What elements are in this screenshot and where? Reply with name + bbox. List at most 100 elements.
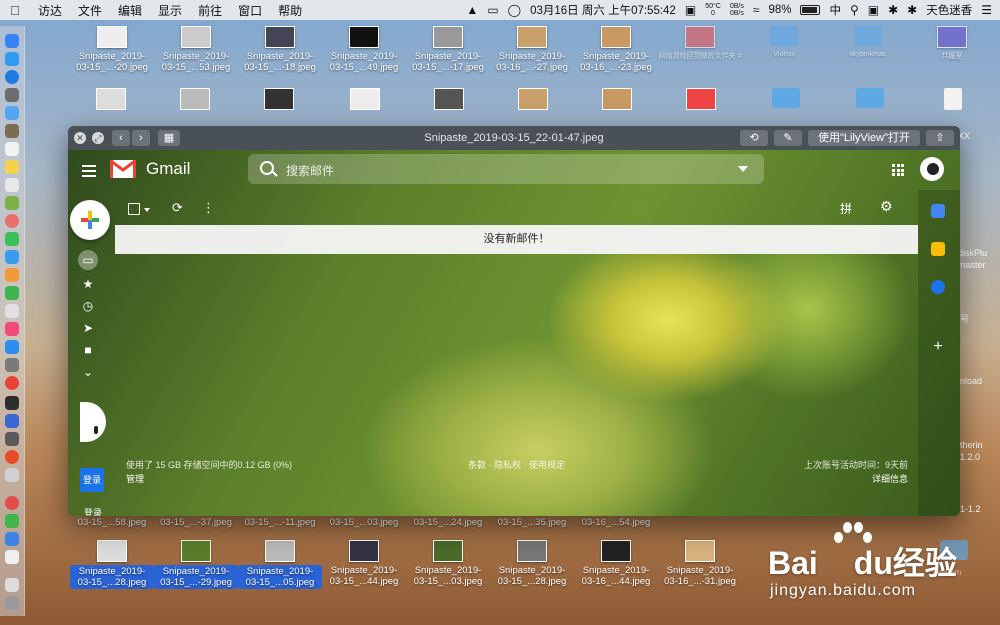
details-link[interactable]: 详细信息 [872,472,908,485]
upload-icon[interactable]: ▲ [466,3,478,17]
settings-gear-icon[interactable]: ⚙ [880,198,893,215]
snoozed-icon[interactable]: ◷ [80,298,96,314]
rotate-button[interactable]: ⟲ [740,130,768,146]
bluetooth-icon[interactable]: ✱ [888,3,898,17]
vivaldi-icon[interactable] [5,376,19,390]
file-thumbnail[interactable] [434,88,464,110]
sent-icon[interactable]: ➤ [80,320,96,336]
file-name[interactable]: 03-15_...35.jpeg [490,517,574,528]
settings-icon[interactable] [5,358,19,372]
menu-finder[interactable]: 访达 [38,2,62,19]
more-chevron-icon[interactable]: ⌄ [80,364,96,380]
refresh-icon[interactable]: ⟳ [172,200,183,216]
search-icon[interactable]: ⚲ [850,3,859,17]
app-icon[interactable]: ▣ [685,3,696,17]
appstore-icon[interactable] [5,340,19,354]
avatar[interactable] [920,157,944,181]
desktop-file[interactable]: Snipaste_2019- 03-15_...-20.jpeg [70,26,154,73]
messages-icon[interactable] [5,232,19,246]
prev-button[interactable]: ‹ [112,130,130,146]
folder-icon[interactable] [5,468,19,482]
search-options-dropdown-icon[interactable] [738,166,748,172]
notes-icon[interactable] [5,124,19,138]
menu-view[interactable]: 显示 [158,2,182,19]
desktop-file[interactable]: Snipaste_2019- 03-15_...-29.jpeg [154,540,238,589]
desktop-file[interactable]: Snipaste_2019- 03-15_...49.jpeg [322,26,406,73]
edit-button[interactable]: ✎ [774,130,802,146]
app-icon-3[interactable] [5,532,19,546]
user-name[interactable]: 天色迷香 [926,2,972,18]
hamburger-menu-icon[interactable] [82,162,96,180]
desktop-folder[interactable]: Videos [742,26,826,60]
file-thumbnail[interactable] [602,88,632,110]
select-dropdown-icon[interactable] [144,208,150,212]
battery-icon[interactable] [800,5,821,15]
file-name[interactable]: 03-15_...58.jpeg [70,517,154,528]
temp-monitor[interactable]: 50°C 0 [705,3,721,17]
desktop-file[interactable]: Snipaste_2019- 03-16_...-23.jpeg [574,26,658,73]
window-titlebar[interactable]: ✕ ⤢ ‹ › ▦ Snipaste_2019-03-15_22-01-47.j… [68,126,960,150]
battery-percent[interactable]: 98% [768,4,791,16]
trash-icon[interactable] [5,596,19,610]
terms-links[interactable]: 条款 · 隐私权 · 使用规定 [468,458,565,471]
menu-go[interactable]: 前往 [198,2,222,19]
file-icon[interactable] [944,88,962,110]
desktop-file[interactable]: Snipaste_2019- 03-16_...-27.jpeg [490,26,574,73]
numbers-icon[interactable] [5,286,19,300]
music-icon[interactable] [5,322,19,336]
file-thumbnail[interactable] [264,88,294,110]
file-thumbnail[interactable] [96,88,126,110]
keep-icon[interactable] [931,242,945,256]
file-thumbnail[interactable] [518,88,548,110]
desktop-file[interactable]: Snipaste_2019- 03-15_...-17.jpeg [406,26,490,73]
launchpad-icon[interactable] [5,52,19,66]
desktop-file[interactable]: Snipaste_2019- 03-15_...05.jpeg [238,540,322,589]
vpn-icon[interactable] [5,414,19,428]
display-icon[interactable]: ▭ [487,3,498,17]
calendar-icon[interactable] [5,142,19,156]
folder-icon[interactable] [772,88,800,108]
login-text[interactable]: 登录 [84,506,102,516]
safari-icon[interactable] [5,70,19,84]
select-all-checkbox[interactable] [128,203,140,215]
list-icon[interactable]: ☰ [981,3,992,17]
file-thumbnail[interactable] [350,88,380,110]
apps-grid-icon[interactable] [892,164,904,176]
desktop-file[interactable]: Snipaste_2019- 03-15_...03.jpeg [406,540,490,587]
desktop-file[interactable]: Snipaste_2019- 03-15_...-18.jpeg [238,26,322,73]
desktop-file[interactable]: Snipaste_2019- 03-16_...44.jpeg [574,540,658,587]
manage-link[interactable]: 管理 [126,472,144,485]
next-button[interactable]: › [132,130,150,146]
desktop-folder[interactable]: 网络游戏回到微的文件夹 # [658,26,742,62]
add-addon-icon[interactable]: + [931,339,945,355]
desktop-app[interactable]: 共服室 [910,26,994,62]
drafts-icon[interactable]: ■ [80,342,96,358]
reminders-icon[interactable] [5,178,19,192]
search-icon[interactable] [260,161,274,175]
desktop-file[interactable]: Snipaste_2019- 03-16_...-31.jpeg [658,540,742,587]
apple-menu-icon[interactable]:  [8,3,22,18]
input-tools-button[interactable]: 拼 [840,200,852,217]
folder-icon[interactable] [856,88,884,108]
file-name[interactable]: 03-15_...03.jpeg [322,517,406,528]
mail-icon[interactable] [5,106,19,120]
network-monitor[interactable]: 0B/s 0B/s [730,3,744,17]
globe-icon[interactable]: ◯ [508,3,521,17]
gmail-logo-icon[interactable] [110,160,136,178]
stickies-icon[interactable] [5,160,19,174]
yandex-icon[interactable] [5,450,19,464]
desktop-file[interactable]: Snipaste_2019- 03-15_...28.jpeg [490,540,574,587]
share-button[interactable]: ⇧ [926,130,954,146]
hangouts-avatar[interactable] [80,402,106,442]
rocket-icon[interactable] [5,88,19,102]
desktop-file[interactable]: Snipaste_2019- 03-15_...44.jpeg [322,540,406,587]
input-method[interactable]: 中 [829,2,841,18]
compose-button[interactable] [70,200,110,240]
gear-icon[interactable]: ✱ [907,3,917,17]
weibo-icon[interactable] [5,496,19,510]
maps-icon[interactable] [5,196,19,210]
starred-icon[interactable]: ★ [80,276,96,292]
menu-file[interactable]: 文件 [78,2,102,19]
pages-icon[interactable] [5,268,19,282]
wechat-icon[interactable] [5,514,19,528]
